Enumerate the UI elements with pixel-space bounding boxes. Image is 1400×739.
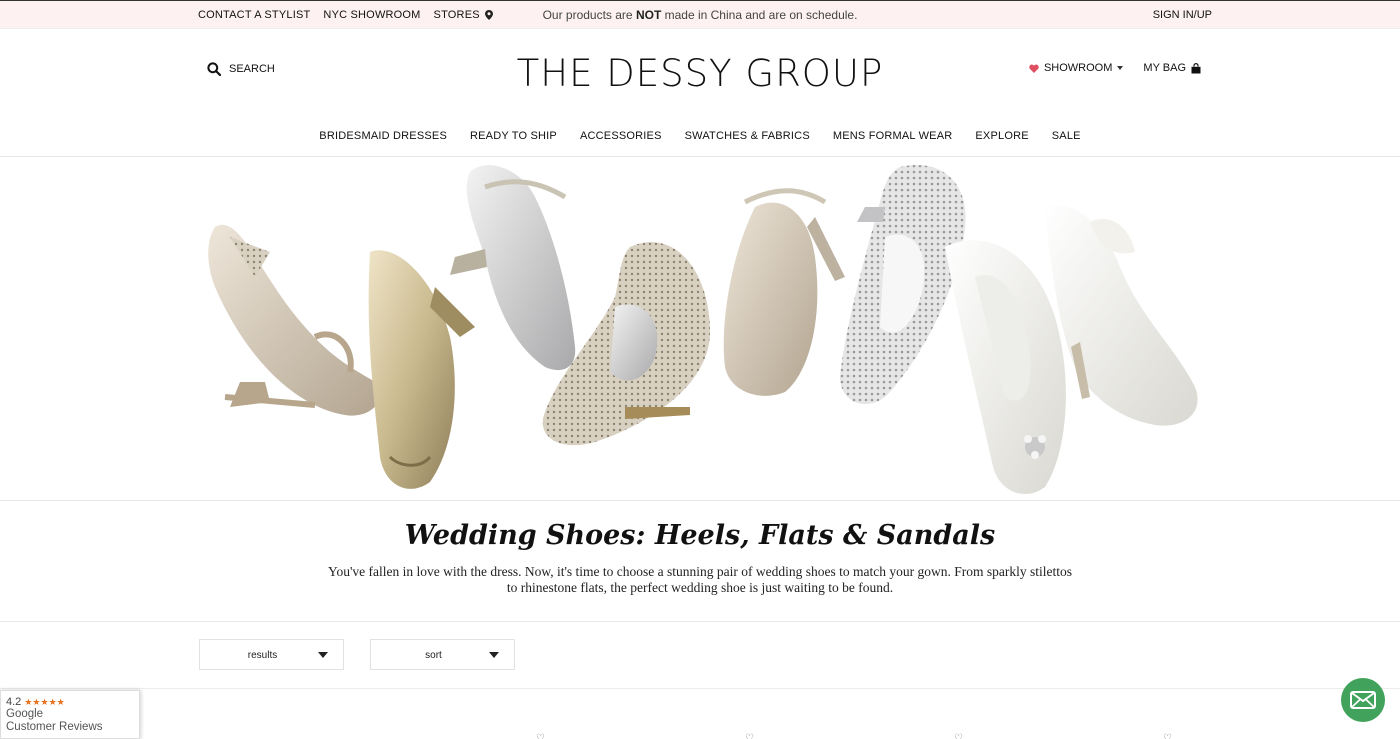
rating-value: 4.2 <box>6 696 22 708</box>
showroom-menu[interactable]: SHOWROOM <box>1029 62 1124 74</box>
rating-stars: ★★★★★ <box>24 697 65 707</box>
caret-down-icon <box>1117 66 1124 70</box>
shoe-5 <box>723 188 845 396</box>
hero-divider <box>0 500 1400 501</box>
caret-down-icon <box>318 652 328 658</box>
wedding-shoes-illustration <box>208 165 1198 495</box>
description-divider <box>0 621 1400 622</box>
main-navigation: BRIDESMAID DRESSES READY TO SHIP ACCESSO… <box>0 130 1400 142</box>
chat-button[interactable] <box>1341 678 1385 722</box>
favorite-heart-icon[interactable]: ♡ <box>536 733 545 739</box>
showroom-label: SHOWROOM <box>1043 62 1113 74</box>
favorite-heart-icon[interactable]: ♡ <box>954 733 963 739</box>
shoe-8 <box>1045 205 1198 426</box>
nav-explore[interactable]: EXPLORE <box>975 130 1028 142</box>
shoe-6 <box>840 165 966 405</box>
notice-text-end: made in China and are on schedule. <box>661 8 858 22</box>
customer-reviews-label: Customer Reviews <box>6 721 103 733</box>
google-label: Google <box>6 708 44 720</box>
category-description: You've fallen in love with the dress. No… <box>310 564 1090 596</box>
description-line-1: You've fallen in love with the dress. No… <box>328 564 1072 579</box>
description-line-2: to rhinestone flats, the perfect wedding… <box>506 580 894 595</box>
page-title: Wedding Shoes: Heels, Flats & Sandals <box>404 520 996 551</box>
sort-dropdown-label: sort <box>425 650 442 661</box>
favorite-heart-icon[interactable]: ♡ <box>1163 733 1172 739</box>
google-reviews-badge[interactable]: 4.2 ★★★★★ Google Customer Reviews <box>0 690 140 739</box>
filter-divider <box>0 688 1400 689</box>
shoe-7 <box>945 240 1066 495</box>
caret-down-icon <box>489 652 499 658</box>
header-actions: SHOWROOM MY BAG <box>1029 62 1201 74</box>
heart-icon <box>1029 64 1039 73</box>
shoe-3 <box>450 165 576 371</box>
nav-swatches-fabrics[interactable]: SWATCHES & FABRICS <box>685 130 810 142</box>
notice-text-bold: NOT <box>635 8 662 22</box>
nav-sale[interactable]: SALE <box>1052 130 1081 142</box>
nav-bridesmaid-dresses[interactable]: BRIDESMAID DRESSES <box>319 130 447 142</box>
favorite-heart-icon[interactable]: ♡ <box>745 733 754 739</box>
nav-ready-to-ship[interactable]: READY TO SHIP <box>470 130 557 142</box>
top-utility-bar: CONTACT A STYLIST NYC SHOWROOM STORES Ou… <box>0 0 1400 29</box>
shoe-1 <box>208 224 381 416</box>
sign-in-link[interactable]: SIGN IN/UP <box>1153 9 1212 21</box>
envelope-icon <box>1350 691 1376 709</box>
nav-accessories[interactable]: ACCESSORIES <box>580 130 662 142</box>
my-bag-button[interactable]: MY BAG <box>1143 62 1201 74</box>
results-dropdown[interactable]: results <box>199 639 344 670</box>
rating-line: 4.2 ★★★★★ <box>6 696 65 708</box>
hero-banner-image <box>185 157 1215 500</box>
shopping-bag-icon <box>1191 62 1201 73</box>
my-bag-label: MY BAG <box>1143 62 1186 74</box>
notice-text-start: Our products are <box>542 8 636 22</box>
nav-mens-formal-wear[interactable]: MENS FORMAL WEAR <box>833 130 953 142</box>
sort-dropdown[interactable]: sort <box>370 639 515 670</box>
shoe-2 <box>368 250 475 489</box>
results-dropdown-label: results <box>247 650 278 661</box>
